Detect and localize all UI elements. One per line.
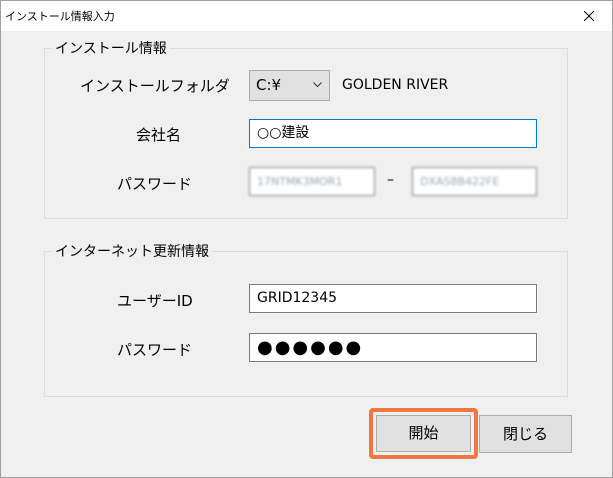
password-separator: – bbox=[387, 172, 394, 188]
user-id-input[interactable]: GRID12345 bbox=[249, 284, 537, 313]
close-window-button[interactable] bbox=[566, 1, 612, 31]
drive-select-value: C:¥ bbox=[256, 76, 282, 94]
install-password-label: パスワード bbox=[117, 175, 193, 193]
close-button[interactable]: 閉じる bbox=[479, 415, 572, 453]
start-button[interactable]: 開始 bbox=[376, 415, 471, 452]
install-password-part2-input[interactable]: DXAS8B422FE bbox=[412, 167, 537, 196]
update-info-group: インターネット更新情報 bbox=[44, 241, 568, 397]
install-folder-name: GOLDEN RIVER bbox=[342, 77, 449, 93]
title-bar: インストール情報入力 bbox=[1, 1, 612, 31]
install-info-legend: インストール情報 bbox=[52, 38, 170, 58]
update-info-legend: インターネット更新情報 bbox=[52, 241, 212, 261]
company-name-input[interactable]: ○○建設 bbox=[249, 119, 537, 148]
company-name-label: 会社名 bbox=[136, 126, 182, 144]
install-folder-label: インストールフォルダ bbox=[80, 77, 230, 95]
update-password-label: パスワード bbox=[117, 341, 193, 359]
drive-select[interactable]: C:¥ bbox=[249, 70, 330, 101]
dialog-window: インストール情報入力 インストール情報 インストールフォルダ C:¥ GOLDE… bbox=[0, 0, 613, 478]
install-password-part1-input[interactable]: 17NTMK3MOR1 bbox=[249, 167, 375, 196]
user-id-label: ユーザーID bbox=[117, 292, 193, 310]
close-icon bbox=[584, 11, 594, 21]
chevron-down-icon bbox=[313, 82, 322, 88]
update-password-input[interactable]: ●●●●●● bbox=[249, 333, 537, 362]
window-title: インストール情報入力 bbox=[5, 10, 115, 23]
